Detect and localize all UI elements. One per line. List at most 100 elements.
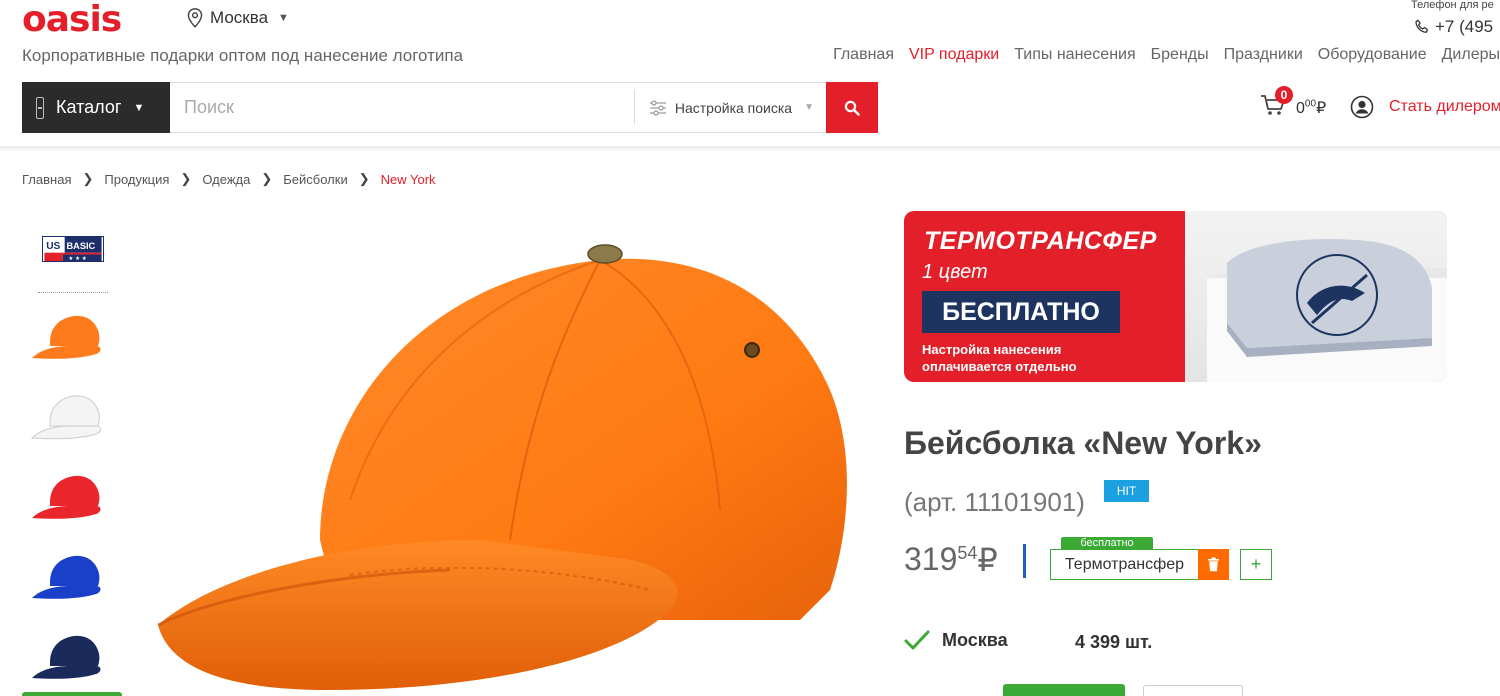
promo-title: ТЕРМОТРАНСФЕР [924,227,1157,255]
user-icon[interactable] [1350,95,1374,119]
catalog-icon [36,96,44,119]
product-article: (арт. 11101901) [904,487,1085,517]
nav-holidays[interactable]: Праздники [1224,46,1303,64]
product-price: 319 54 ₽ [904,541,998,579]
add-method-button[interactable]: + [1240,549,1272,580]
header-divider [0,146,1500,152]
search-settings-dropdown[interactable]: Настройка поиска ▼ [633,90,826,125]
thumb-white-cap[interactable] [28,382,118,446]
folded-tshirt-image [1207,239,1447,382]
thumb-cap-shape [49,395,100,427]
nav-vip[interactable]: VIP подарки [909,46,999,64]
chevron-right-icon: ❯ [261,171,273,186]
price-divider [1023,544,1026,578]
search-bar: Настройка поиска ▼ [170,82,827,133]
phone-link[interactable]: +7 (495 [1413,17,1493,37]
thumb-divider [38,292,108,293]
remove-method-button[interactable] [1198,549,1229,580]
breadcrumb-item[interactable]: Продукция [104,172,169,187]
breadcrumb: Главная ❯ Продукция ❯ Одежда ❯ Бейсболки… [22,171,436,187]
nav-brands[interactable]: Бренды [1151,46,1209,64]
catalog-button[interactable]: Каталог ▼ [22,82,170,133]
promo-badge: БЕСПЛАТНО [922,291,1120,333]
add-to-cart-button[interactable] [1003,684,1125,696]
thumb-red-cap[interactable] [28,462,118,526]
thumb-navy-cap[interactable] [28,622,118,686]
thumb-cap-brim [30,425,101,440]
phone-icon [1415,19,1429,33]
tagline: Корпоративные подарки оптом под нанесени… [22,46,464,65]
catalog-label: Каталог [56,97,122,117]
breadcrumb-item[interactable]: Главная [22,172,71,187]
brand-logo-us-basic[interactable]: US BASIC ★ ★ ★ [42,236,104,262]
city-name: Москва [210,8,269,27]
page: oasis Москва ▼ Корпоративные подарки опт… [0,0,1500,696]
chevron-right-icon: ❯ [358,171,370,186]
city-selector[interactable]: Москва ▼ [186,6,289,30]
sliders-icon [649,99,666,116]
cap-brim [158,540,678,690]
quantity-input[interactable] [1143,685,1243,696]
thumb-cap-shape [50,315,100,346]
thumb-cap-brim [32,666,101,679]
phone-number: +7 (495 [1435,17,1494,36]
product-title: Бейсболка «New York» [904,425,1262,461]
thumb-orange-cap[interactable] [28,302,118,366]
chevron-down-icon: ▼ [804,102,814,113]
cart-count-badge: 0 [1275,86,1293,104]
chevron-right-icon: ❯ [180,171,192,186]
phone-label: Телефон для ре [1411,0,1494,11]
location-pin-icon [187,8,203,28]
brand-logo-stars: ★ ★ ★ [68,256,86,262]
cart-total-main: 0 [1296,100,1305,117]
price-cents: 54 [957,543,978,563]
cart-currency: ₽ [1316,100,1327,117]
thumb-more-button[interactable] [22,692,122,696]
breadcrumb-current: New York [380,171,436,187]
cap-eyelet [744,342,760,358]
cart-button[interactable]: 0 [1259,86,1293,118]
checkmark-icon [904,630,930,650]
thumb-cap-shape [50,555,100,586]
thumb-blue-cap[interactable] [28,542,118,606]
brand-logo-text: BASIC [67,241,96,251]
stock-city: Москва [942,629,1008,650]
cap-button [587,244,623,264]
become-dealer-link[interactable]: Стать дилером [1389,98,1500,116]
breadcrumb-item[interactable]: Бейсболки [283,172,347,187]
chevron-down-icon: ▼ [133,101,145,114]
cart-total-cents: 00 [1304,98,1317,110]
cart-total[interactable]: 000₽ [1296,98,1326,118]
stock-row: Москва [904,629,1008,651]
chevron-down-icon: ▼ [278,12,289,24]
stock-quantity: 4 399 шт. [1075,632,1153,652]
logo-text: oasis [22,0,122,40]
promo-subtitle: 1 цвет [922,261,988,283]
hit-badge: HIT [1104,480,1149,502]
thumb-cap-brim [32,506,101,519]
nav-equipment[interactable]: Оборудование [1318,46,1427,64]
search-input[interactable] [170,83,634,132]
price-main: 319 [904,541,958,577]
search-button[interactable] [826,82,878,133]
top-navigation: Главная VIP подарки Типы нанесения Бренд… [833,46,1500,64]
promo-banner[interactable]: ТЕРМОТРАНСФЕР 1 цвет БЕСПЛАТНО Настройка… [904,211,1447,382]
brand-logo-text: US [46,241,60,252]
search-icon [844,100,860,116]
thumb-cap-brim [32,346,101,359]
trash-icon [1208,557,1219,572]
logo[interactable]: oasis [22,0,122,40]
thumb-cap-shape [50,635,100,666]
price-currency: ₽ [977,542,998,578]
chevron-right-icon: ❯ [82,171,94,186]
nav-home[interactable]: Главная [833,46,894,64]
product-main-image[interactable] [150,240,860,696]
breadcrumb-item[interactable]: Одежда [202,172,250,187]
search-settings-label: Настройка поиска [674,99,793,116]
print-method-button[interactable]: Термотрансфер [1050,549,1199,580]
promo-note: Настройка нанесения оплачивается отдельн… [922,342,1077,374]
thumb-cap-shape [50,475,100,506]
thumb-cap-brim [32,586,101,599]
nav-print-types[interactable]: Типы нанесения [1014,46,1135,64]
nav-dealers[interactable]: Дилеры [1442,46,1500,64]
